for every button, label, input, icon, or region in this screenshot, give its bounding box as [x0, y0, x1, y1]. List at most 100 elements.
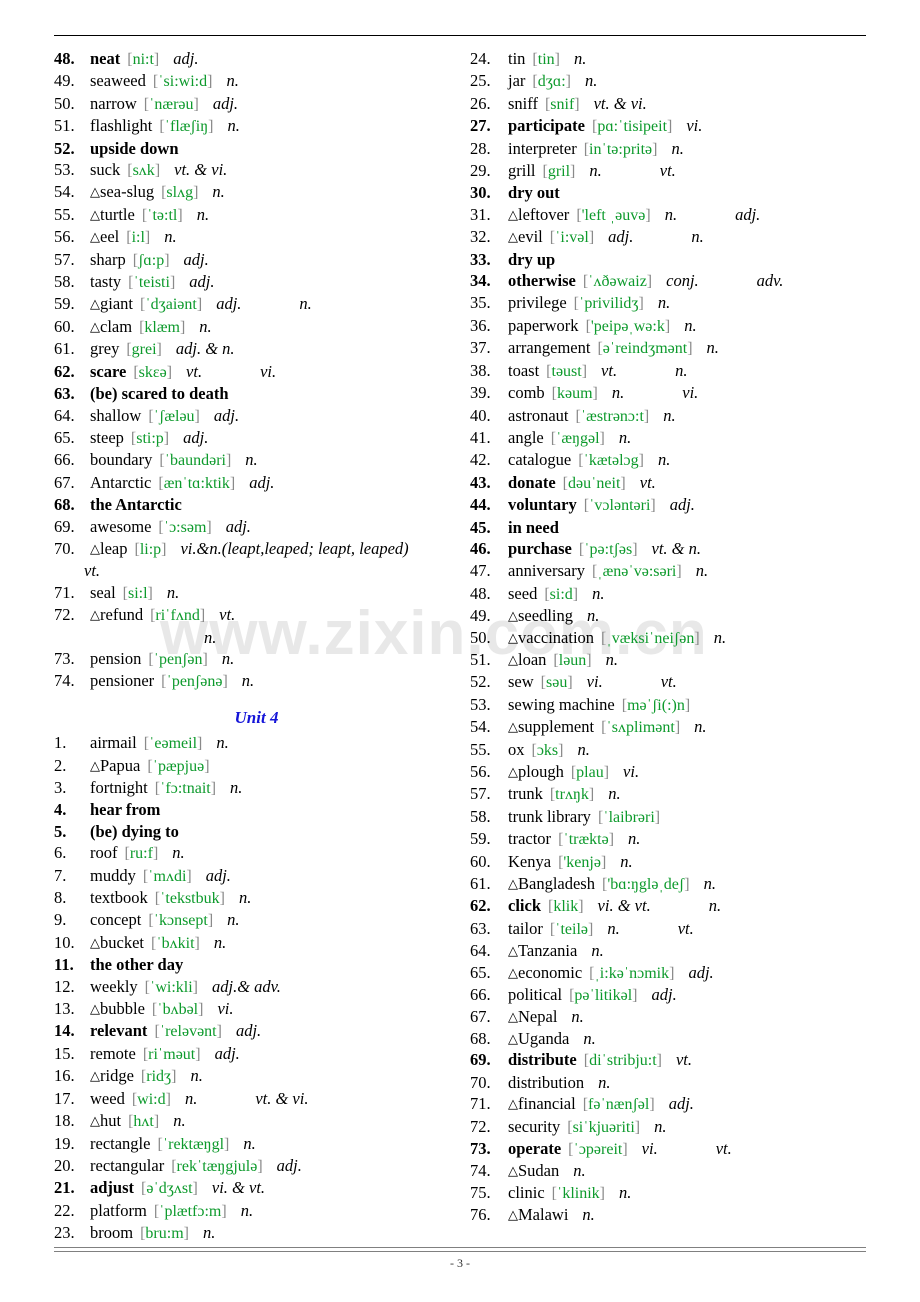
part-of-speech: vt.	[639, 472, 656, 492]
part-of-speech: vt. & vi.	[174, 160, 228, 180]
part-of-speech: n.	[591, 941, 604, 961]
part-of-speech: vt.	[186, 361, 203, 381]
phonetic: [ˈpenʃənə]	[161, 673, 228, 691]
entry-body: remote [riˈməut] adj.	[90, 1043, 459, 1065]
entry-word: weekly	[90, 976, 138, 996]
vocab-entry: 25. jar [dʒɑ:] n.	[470, 70, 890, 92]
entry-number: 36.	[470, 315, 491, 335]
vocab-entry: 74. △Sudan n.	[470, 1160, 890, 1181]
phonetic: [ˈæstrənɔ:t]	[575, 407, 650, 425]
phonetic: [si:l]	[122, 584, 153, 602]
triangle-marker-icon: △	[90, 607, 100, 623]
entry-word: supplement	[518, 717, 595, 737]
triangle-marker-icon: △	[508, 651, 518, 667]
phonetic: [trʌŋk]	[549, 786, 595, 804]
entry-body: △refund [riˈfʌnd] vt.	[90, 604, 459, 626]
triangle-marker-icon: △	[508, 719, 518, 735]
entry-number: 75.	[470, 1182, 491, 1202]
right-entry-list: 24. tin [tin] n. 25. jar [dʒɑ:] n. 26. sniff [snif…	[470, 48, 890, 1226]
entry-word: (be) dying to	[90, 821, 179, 841]
part-of-speech: n.	[671, 138, 684, 158]
phonetic: [ˈkætəlɔg]	[578, 452, 644, 470]
vocab-entry: 7. muddy [ˈmʌdi] adj.	[54, 865, 459, 887]
entry-number: 66.	[54, 450, 75, 470]
part-of-speech-secondary: vt.	[660, 672, 677, 692]
part-of-speech: vt.	[219, 605, 236, 625]
phonetic: [riˈfʌnd]	[150, 607, 206, 625]
vocab-entry: 62. scare [skɛə] vt. vi.	[54, 361, 459, 383]
vocab-entry: 57. trunk [trʌŋk] n.	[470, 783, 890, 805]
part-of-speech: adj.	[173, 49, 199, 68]
entry-word: evil	[518, 227, 543, 247]
vocab-entry: 21. adjust [əˈdʒʌst] vi. & vt.	[54, 1177, 459, 1199]
vocab-entry: 17. weed [wi:d] n. vt. & vi.	[54, 1088, 459, 1110]
entry-number: 65.	[54, 427, 75, 447]
vocab-entry: 54. △supplement [ˈsʌplimənt] n.	[470, 716, 890, 738]
part-of-speech-secondary: n.	[691, 227, 704, 247]
vocab-entry: 51. △loan [ləun] n.	[470, 649, 890, 671]
part-of-speech: n.	[190, 1066, 203, 1086]
part-of-speech: n.	[657, 293, 671, 313]
part-of-speech-secondary: adj.	[735, 204, 761, 224]
entry-body: toast [təust] vt. n.	[508, 360, 890, 382]
phonetic: [ˈtə:tl]	[141, 206, 183, 224]
phonetic: [snif]	[544, 95, 580, 113]
vocab-entry: 29. grill [gril] n. vt.	[470, 160, 890, 182]
entry-word: operate	[508, 1138, 562, 1158]
part-of-speech: n.	[573, 1161, 586, 1181]
part-of-speech-secondary: vi.	[260, 361, 277, 381]
entry-number: 56.	[470, 762, 491, 781]
vocab-entry: 20. rectangular [rekˈtæŋgjulə] adj.	[54, 1155, 459, 1177]
vocab-entry: 60. Kenya ['kenjə] n.	[470, 851, 890, 873]
entry-number: 61.	[54, 339, 75, 359]
entry-body: △hut [hʌt] n.	[90, 1110, 459, 1132]
entry-number: 60.	[54, 316, 75, 336]
entry-body: seaweed [ˈsi:wi:d] n.	[90, 70, 459, 92]
phonetic: [ˈɔpəreit]	[568, 1140, 628, 1158]
entry-body: △Sudan n.	[508, 1160, 890, 1181]
entry-body: broom [bru:m] n.	[90, 1222, 459, 1244]
part-of-speech: n.	[703, 874, 716, 894]
vocab-entry: 10. △bucket [ˈbʌkit] n.	[54, 932, 459, 954]
entry-word: relevant	[90, 1021, 148, 1041]
entry-body: textbook [ˈtekstbuk] n.	[90, 887, 459, 909]
phonetic: [pɑ:ˈtisipeit]	[591, 118, 673, 136]
entry-word: dry up	[508, 249, 556, 269]
part-of-speech: conj.	[666, 271, 699, 291]
entry-body: purchase [ˈpə:tʃəs] vt. & n.	[508, 538, 890, 560]
entry-body: platform [ˈplætfɔ:m] n.	[90, 1200, 459, 1222]
triangle-marker-icon: △	[508, 876, 518, 892]
entry-number: 44.	[470, 495, 491, 515]
entry-body: distribution n.	[508, 1072, 890, 1093]
phonetic: [əˈreindʒmənt]	[597, 340, 693, 358]
phonetic: [pəˈlitikəl]	[569, 987, 638, 1005]
entry-word: anniversary	[508, 561, 585, 581]
entry-number: 68.	[54, 495, 75, 515]
part-of-speech: vt.	[601, 360, 618, 380]
entry-body: rectangular [rekˈtæŋgjulə] adj.	[90, 1155, 459, 1177]
entry-body: anniversary [ˌænəˈvə:səri] n.	[508, 560, 890, 582]
entry-body: participate [pɑ:ˈtisipeit] vi.	[508, 115, 890, 137]
entry-number: 30.	[470, 183, 491, 203]
part-of-speech: n.	[589, 161, 602, 181]
entry-body: seed [si:d] n.	[508, 583, 890, 605]
entry-number: 3.	[54, 778, 67, 797]
entry-continuation: vt.	[84, 561, 101, 581]
vocab-entry: 64. shallow [ˈʃæləu] adj.	[54, 405, 459, 427]
vocab-entry: 6. roof [ru:f] n.	[54, 842, 459, 864]
entry-body: trunk library [ˈlaibrəri]	[508, 806, 890, 828]
entry-body: (be) scared to death	[90, 383, 459, 404]
vocab-entry: 36. paperwork ['peipəˌwə:k] n.	[470, 315, 890, 337]
part-of-speech: n.	[706, 338, 719, 358]
part-of-speech: n.	[654, 1116, 667, 1136]
entry-number: 55.	[470, 739, 491, 759]
vocab-entry: 24. tin [tin] n.	[470, 48, 890, 70]
entry-word: financial	[518, 1094, 576, 1114]
entry-body: grey [grei] adj. & n.	[90, 338, 459, 360]
part-of-speech: adj.	[183, 249, 209, 269]
entry-body: △Malawi n.	[508, 1204, 890, 1225]
entry-body: roof [ru:f] n.	[90, 842, 459, 864]
phonetic: [ˈreləvənt]	[154, 1023, 222, 1041]
phonetic: [ˈtræktə]	[558, 831, 615, 849]
part-of-speech: vi.	[686, 116, 703, 136]
